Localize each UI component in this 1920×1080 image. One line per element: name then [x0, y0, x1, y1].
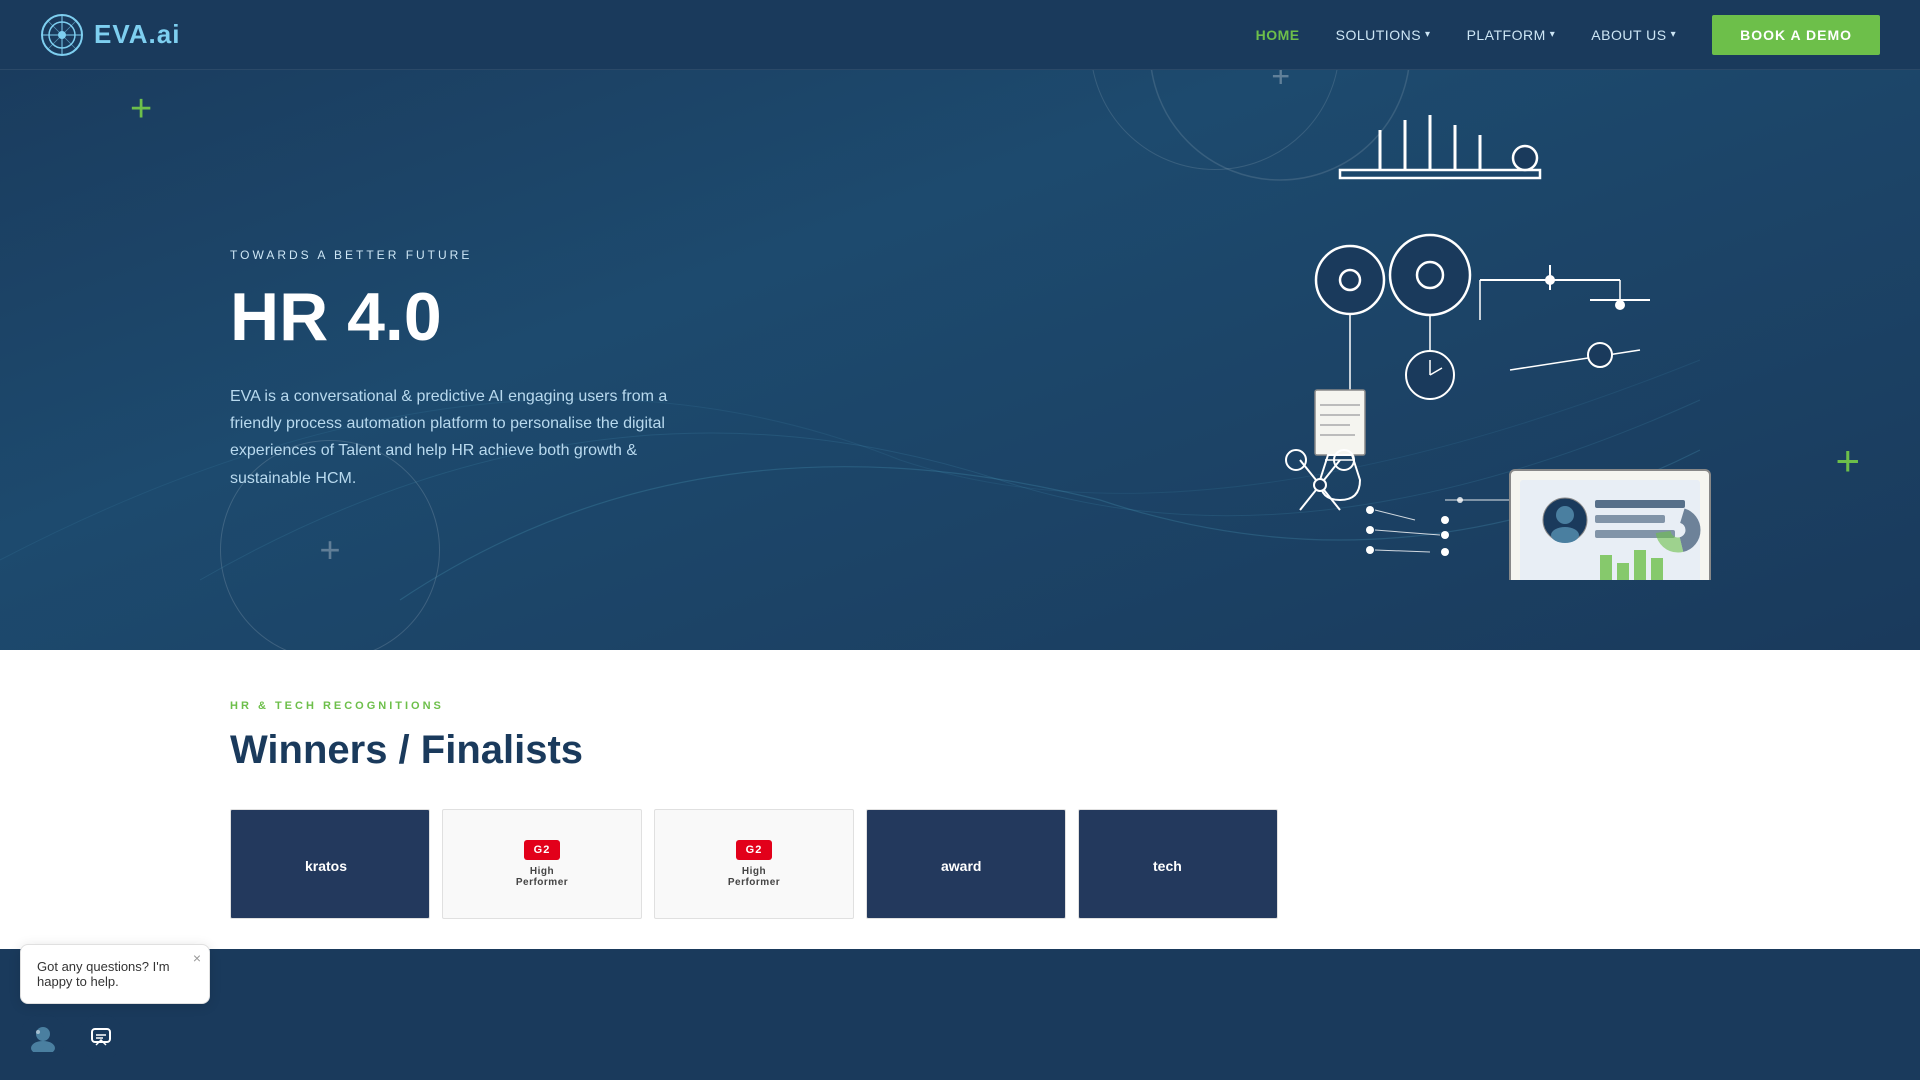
- hero-section: + + + + TOWARDS A BETTER FUTURE HR 4.0 E…: [0, 0, 1920, 650]
- hero-subtitle: TOWARDS A BETTER FUTURE: [230, 248, 690, 262]
- award-card-2: G2 HighPerformer: [442, 809, 642, 919]
- award-g2-badge-2: G2: [736, 840, 773, 860]
- chat-avatar: [20, 1014, 66, 1060]
- awards-row: kratos G2 HighPerformer G2 HighPerformer…: [230, 809, 1690, 919]
- solutions-chevron-icon: ▾: [1425, 29, 1431, 40]
- book-demo-button[interactable]: BOOK A DEMO: [1712, 15, 1880, 55]
- nav-home[interactable]: HOME: [1256, 27, 1300, 43]
- award-card-5: tech: [1078, 809, 1278, 919]
- hero-illustration: [1220, 80, 1720, 580]
- navbar: EVA.ai HOME SOLUTIONS ▾ PLATFORM ▾ ABOUT…: [0, 0, 1920, 70]
- plus-decoration-topleft: +: [130, 90, 152, 128]
- hero-title: HR 4.0: [230, 280, 690, 355]
- award-logo-4: award: [936, 849, 996, 879]
- chat-bubble: × Got any questions? I'm happy to help.: [20, 944, 210, 1004]
- chat-close-button[interactable]: ×: [193, 951, 201, 965]
- award-card-5-inner: tech: [1148, 849, 1208, 879]
- logo-text: EVA.ai: [94, 19, 180, 50]
- svg-text:award: award: [941, 858, 981, 874]
- award-card-4: award: [866, 809, 1066, 919]
- plus-decoration-right: +: [1835, 440, 1860, 482]
- award-card-1-inner: kratos: [300, 849, 360, 879]
- award-g2-badge-1: G2: [524, 840, 561, 860]
- chat-message: Got any questions? I'm happy to help.: [37, 959, 193, 989]
- nav-platform[interactable]: PLATFORM ▾: [1467, 27, 1556, 43]
- logo[interactable]: EVA.ai: [40, 13, 180, 57]
- bottom-section: HR & TECH RECOGNITIONS Winners / Finalis…: [0, 650, 1920, 949]
- platform-chevron-icon: ▾: [1550, 29, 1556, 40]
- hero-description: EVA is a conversational & predictive AI …: [230, 383, 690, 492]
- chat-open-button[interactable]: [78, 1014, 124, 1060]
- award-card-3-inner: G2 HighPerformer: [728, 840, 780, 888]
- award-logo-5: tech: [1148, 849, 1208, 879]
- nav-about-us[interactable]: ABOUT US ▾: [1591, 27, 1676, 43]
- chat-avatar-icon: [28, 1022, 58, 1052]
- nav-links: HOME SOLUTIONS ▾ PLATFORM ▾ ABOUT US ▾ B…: [1256, 15, 1880, 55]
- award-card-3: G2 HighPerformer: [654, 809, 854, 919]
- section-tag: HR & TECH RECOGNITIONS: [230, 700, 1690, 712]
- award-card-4-inner: award: [936, 849, 996, 879]
- award-card-2-inner: G2 HighPerformer: [516, 840, 568, 888]
- award-logo-1: kratos: [300, 849, 360, 879]
- about-us-chevron-icon: ▾: [1671, 29, 1677, 40]
- eva-logo-icon: [40, 13, 84, 57]
- section-title: Winners / Finalists: [230, 728, 1690, 773]
- chat-widget: × Got any questions? I'm happy to help.: [20, 944, 210, 1060]
- nav-solutions[interactable]: SOLUTIONS ▾: [1336, 27, 1431, 43]
- chat-icon-row: [20, 1014, 210, 1060]
- svg-text:tech: tech: [1153, 858, 1182, 874]
- svg-text:kratos: kratos: [305, 858, 347, 874]
- hero-content: TOWARDS A BETTER FUTURE HR 4.0 EVA is a …: [0, 168, 690, 552]
- award-card-1: kratos: [230, 809, 430, 919]
- chat-open-icon: [90, 1026, 112, 1048]
- award-g2-sub-1: HighPerformer: [516, 866, 568, 888]
- award-g2-sub-2: HighPerformer: [728, 866, 780, 888]
